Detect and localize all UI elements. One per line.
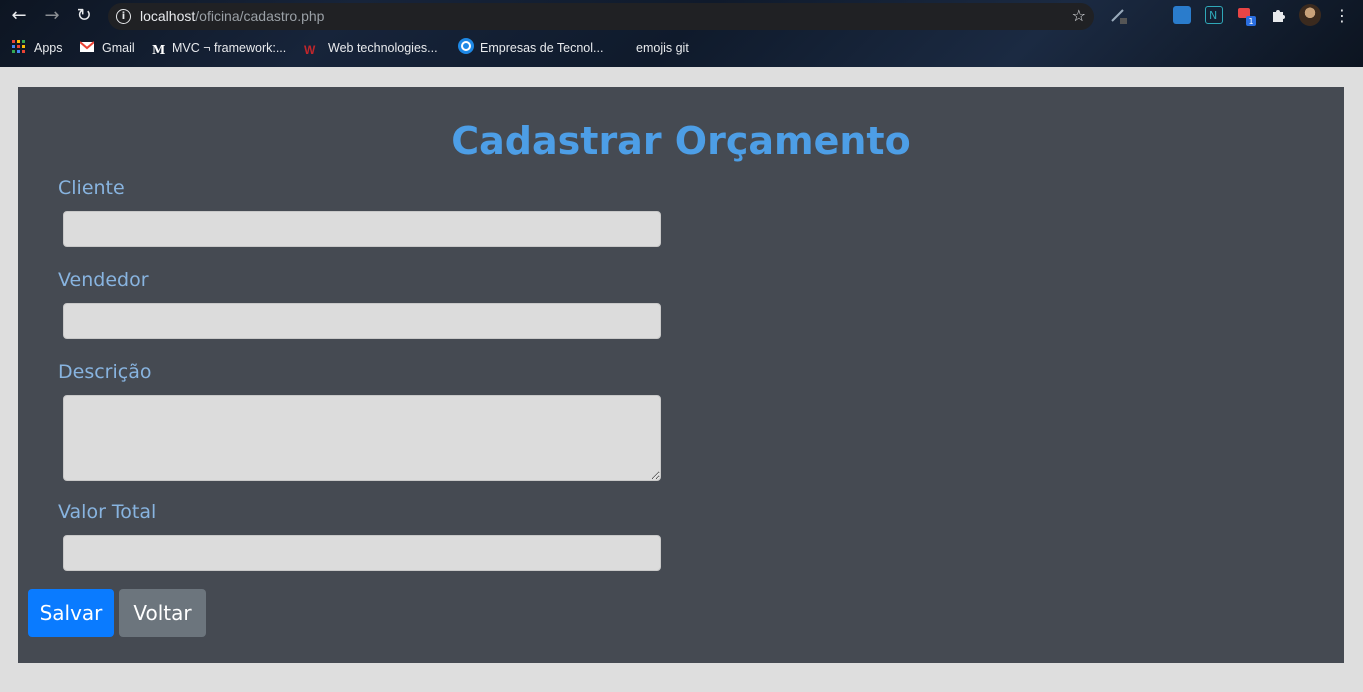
blank-page-icon <box>614 40 628 54</box>
bookmark-empresas[interactable]: Empresas de Tecnol... <box>458 38 603 58</box>
puzzle-extensions-icon[interactable] <box>1269 6 1287 24</box>
bookmark-web-technologies[interactable]: W Web technologies... <box>304 38 438 58</box>
valor-total-label: Valor Total <box>58 501 157 523</box>
save-button[interactable]: Salvar <box>28 589 114 637</box>
menu-dots-icon[interactable]: ⋮ <box>1330 5 1354 27</box>
bookmark-label: MVC ¬ framework:... <box>172 41 287 55</box>
back-button[interactable]: Voltar <box>119 589 206 637</box>
browser-chrome: ← → ↻ i localhost/oficina/cadastro.php ☆… <box>0 0 1363 67</box>
w3schools-icon: W <box>304 43 316 57</box>
bookmark-label: emojis git <box>636 41 689 55</box>
form-panel: Cadastrar Orçamento Cliente Vendedor Des… <box>18 87 1344 663</box>
bookmarks-bar: Apps Gmail M MVC ¬ framework:... W Web tec… <box>0 36 1363 60</box>
reload-icon[interactable]: ↻ <box>72 5 96 27</box>
gear-circle-icon <box>458 38 474 54</box>
bookmark-apps[interactable]: Apps <box>12 38 63 58</box>
extension-blue-icon[interactable] <box>1173 6 1191 24</box>
descricao-textarea[interactable] <box>63 395 661 481</box>
bookmark-label: Empresas de Tecnol... <box>480 41 604 55</box>
site-info-icon[interactable]: i <box>116 9 131 24</box>
bookmark-label: Apps <box>34 41 63 55</box>
pen-extension-icon[interactable] <box>1109 6 1127 24</box>
extension-n-icon[interactable]: N <box>1205 6 1223 24</box>
extension-red-icon[interactable]: 1 <box>1237 6 1256 26</box>
forward-arrow-icon[interactable]: → <box>40 5 64 27</box>
extension-badge: 1 <box>1249 17 1254 26</box>
back-arrow-icon[interactable]: ← <box>7 5 31 27</box>
cliente-field[interactable] <box>63 211 661 247</box>
bookmark-label: Web technologies... <box>328 41 438 55</box>
address-bar[interactable]: i localhost/oficina/cadastro.php ☆ <box>108 3 1094 30</box>
address-url[interactable]: localhost/oficina/cadastro.php <box>140 8 324 24</box>
bookmark-label: Gmail <box>102 41 135 55</box>
vendedor-label: Vendedor <box>58 269 149 291</box>
medium-icon: M <box>152 43 166 57</box>
valor-total-field[interactable] <box>63 535 661 571</box>
url-host: localhost <box>140 8 196 24</box>
url-path: /oficina/cadastro.php <box>195 8 325 24</box>
bookmark-emojis-git[interactable]: emojis git <box>614 38 689 58</box>
apps-grid-icon <box>12 40 26 54</box>
profile-avatar[interactable] <box>1299 4 1321 26</box>
bookmark-mvc[interactable]: M MVC ¬ framework:... <box>152 38 286 58</box>
bookmark-gmail[interactable]: Gmail <box>79 38 135 58</box>
descricao-label: Descrição <box>58 361 152 383</box>
page-title: Cadastrar Orçamento <box>451 119 911 163</box>
svg-text:N: N <box>1209 9 1217 22</box>
cliente-label: Cliente <box>58 177 125 199</box>
bookmark-star-icon[interactable]: ☆ <box>1072 6 1086 25</box>
gmail-icon <box>79 40 95 54</box>
vendedor-field[interactable] <box>63 303 661 339</box>
